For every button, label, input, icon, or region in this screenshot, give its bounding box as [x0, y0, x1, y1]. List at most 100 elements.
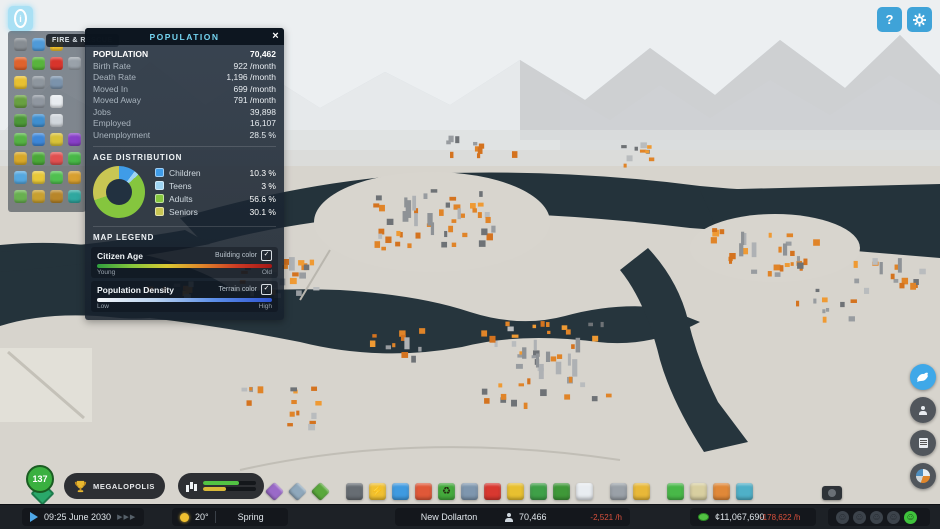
happiness-active-face-icon[interactable]: ☺ — [904, 511, 917, 524]
stat-row: Jobs39,898 — [93, 107, 276, 119]
journal-button[interactable] — [910, 430, 936, 456]
landvalue-infoview-icon[interactable] — [68, 171, 81, 184]
money-infoview-icon[interactable] — [50, 171, 63, 184]
stat-label: Unemployment — [93, 130, 150, 142]
workplaces-infoview-icon[interactable] — [14, 95, 27, 108]
age-distribution-legend: Children10.3 %Teens3 %Adults56.6 %Senior… — [155, 168, 276, 217]
map-overview-icon — [916, 469, 930, 483]
divider — [215, 511, 216, 523]
legend-value: 3 % — [261, 181, 276, 191]
happiness-face-icon[interactable]: ☺ — [836, 511, 849, 524]
districts-icon[interactable] — [288, 482, 307, 501]
residential-infoview-icon[interactable] — [14, 152, 27, 165]
xp-pill[interactable] — [178, 473, 264, 499]
terrain-height-infoview-icon[interactable] — [14, 190, 27, 203]
education-infoview-icon[interactable] — [50, 76, 63, 89]
health-deathcare-icon[interactable] — [415, 483, 432, 500]
garbage-infoview-icon[interactable] — [32, 57, 45, 70]
level-badge[interactable]: 137 — [26, 465, 54, 493]
water-sewage-icon[interactable] — [392, 483, 409, 500]
police-icon[interactable] — [507, 483, 524, 500]
weather-infoview-icon[interactable] — [14, 171, 27, 184]
traffic-infoview-icon[interactable] — [32, 95, 45, 108]
statistics-infoview-icon[interactable] — [50, 152, 63, 165]
nature-infoview-icon[interactable] — [32, 152, 45, 165]
parks-infoview-icon[interactable] — [14, 114, 27, 127]
happiness-face-icon[interactable]: ☺ — [887, 511, 900, 524]
electricity-icon[interactable]: ⚡ — [369, 483, 386, 500]
milestone-pill[interactable]: MEGALOPOLIS — [64, 473, 165, 499]
map-overview-button[interactable] — [910, 463, 936, 489]
stat-row: Moved In699 /month — [93, 84, 276, 96]
speed-control[interactable]: ▶▶▶ — [117, 513, 136, 521]
transportation-icon[interactable] — [530, 483, 547, 500]
play-button[interactable] — [30, 512, 38, 522]
maintenance-infoview-icon[interactable] — [68, 57, 81, 70]
follow-citizen-button[interactable] — [910, 397, 936, 423]
legend-row-label: Citizen Age — [97, 251, 215, 261]
happiness-pill[interactable]: ☺ ☺ ☺ ☺ ☺ — [828, 508, 930, 526]
legend-gradient-bar — [97, 264, 272, 268]
communications-infoview-icon[interactable] — [50, 95, 63, 108]
happiness-face-icon[interactable]: ☺ — [853, 511, 866, 524]
water-map-infoview-icon[interactable] — [32, 133, 45, 146]
city-information-icon[interactable] — [736, 483, 753, 500]
billboard-infoview-icon[interactable] — [32, 38, 45, 51]
photo-mode-icon[interactable] — [822, 486, 842, 500]
help-button[interactable]: ? — [877, 7, 902, 32]
resources-infoview-icon[interactable] — [68, 133, 81, 146]
map-journal-icon[interactable] — [690, 483, 707, 500]
connections-infoview-icon[interactable] — [50, 114, 63, 127]
education-icon[interactable] — [461, 483, 478, 500]
happiness-face-icon[interactable]: ☺ — [870, 511, 883, 524]
age-distribution-donut — [93, 166, 145, 218]
cargo-infoview-icon[interactable] — [32, 114, 45, 127]
fire-infoview-icon[interactable] — [50, 57, 63, 70]
terraforming-icon[interactable] — [610, 483, 627, 500]
zoning-map-infoview-icon[interactable] — [50, 133, 63, 146]
chirper-button[interactable] — [910, 364, 936, 390]
close-icon[interactable]: × — [267, 28, 284, 45]
weather-season: 20° Spring — [172, 508, 288, 526]
pollution-infoview-icon[interactable] — [32, 190, 45, 203]
garbage-icon[interactable]: ♻ — [438, 483, 455, 500]
stat-label: Employed — [93, 118, 131, 130]
checkbox[interactable]: ✓ — [261, 250, 272, 261]
gradient-max-label: Old — [262, 269, 272, 276]
zones-icon[interactable] — [265, 482, 284, 501]
toggle-label: Terrain color — [218, 286, 257, 293]
police-infoview-icon[interactable] — [14, 76, 27, 89]
roads-infoview-icon[interactable] — [14, 38, 27, 51]
fire-rescue-icon[interactable] — [484, 483, 501, 500]
settings-button[interactable] — [907, 7, 932, 32]
economy-infoview-icon[interactable] — [68, 152, 81, 165]
tourism-infoview-icon[interactable] — [68, 190, 81, 203]
landscaping-icon[interactable] — [311, 482, 330, 501]
city-name: New Dollarton — [421, 512, 478, 522]
season: Spring — [222, 512, 280, 522]
money-change: -178,622 /h — [760, 513, 800, 522]
statistics-icon[interactable] — [713, 483, 730, 500]
stat-value: 791 /month — [233, 95, 276, 107]
terrain-infoview-icon[interactable] — [14, 133, 27, 146]
population-pill[interactable]: 70,466 -2,521 /h — [497, 508, 630, 526]
parks-recreation-icon[interactable] — [553, 483, 570, 500]
gear-icon — [913, 13, 926, 27]
bulldozer-icon[interactable] — [633, 483, 650, 500]
routes-infoview-icon[interactable] — [32, 76, 45, 89]
population-count: 70,466 — [519, 512, 547, 522]
stat-label: Jobs — [93, 107, 111, 119]
legend-value: 10.3 % — [250, 168, 276, 178]
happiness-infoview-icon[interactable] — [32, 171, 45, 184]
legend-gradient-bar — [97, 298, 272, 302]
legend-label: Teens — [169, 181, 261, 191]
toolbar-group: ⚡♻ — [346, 483, 593, 500]
healthcare-infoview-icon[interactable] — [14, 57, 27, 70]
checkbox[interactable]: ✓ — [261, 284, 272, 295]
roads-icon[interactable] — [346, 483, 363, 500]
communications-icon[interactable] — [576, 483, 593, 500]
coins-infoview-icon[interactable] — [50, 190, 63, 203]
city-name-pill[interactable]: New Dollarton — [395, 508, 503, 526]
info-views-button[interactable]: i — [8, 6, 33, 31]
economy-icon[interactable] — [667, 483, 684, 500]
